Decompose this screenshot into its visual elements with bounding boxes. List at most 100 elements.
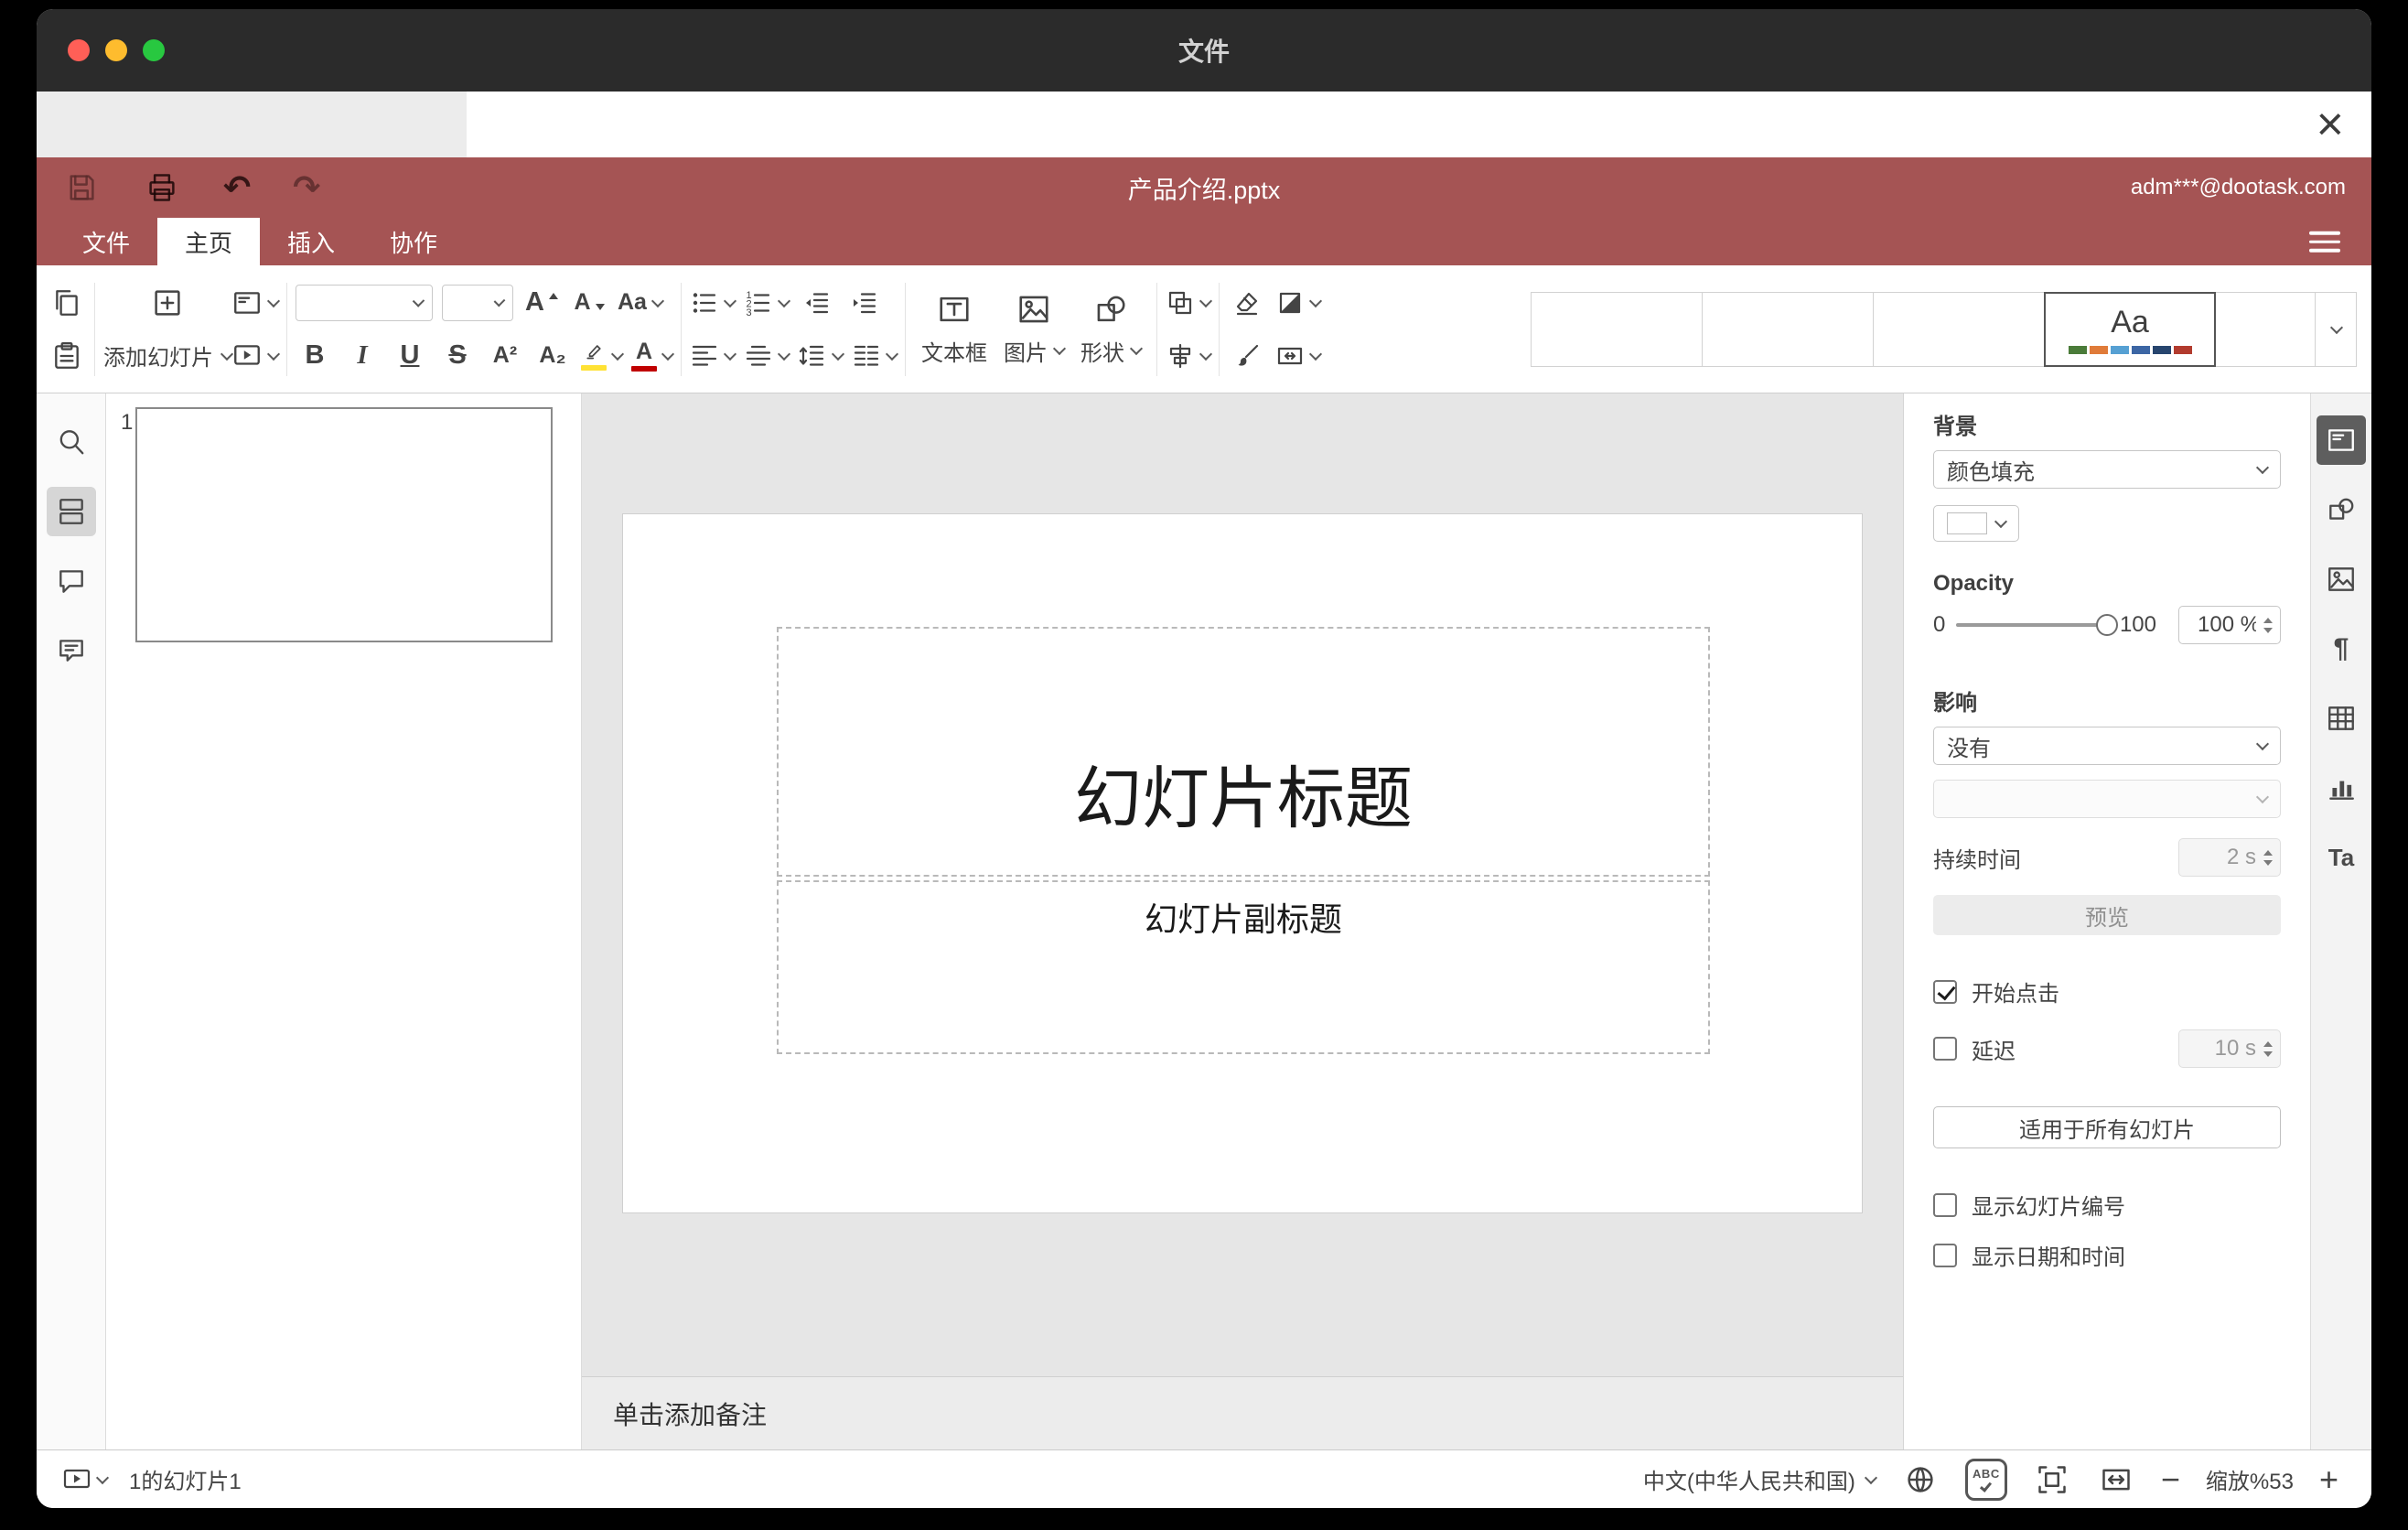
zoom-in-button[interactable]: + — [2319, 1462, 2338, 1496]
textart-settings-icon[interactable]: Ta — [2317, 833, 2366, 882]
delay-row[interactable]: 延迟 — [1933, 1033, 2016, 1065]
theme-thumbnail[interactable] — [1702, 291, 1874, 367]
italic-button[interactable]: I — [343, 335, 382, 377]
shape-fill-button[interactable] — [1275, 282, 1323, 324]
show-date-time-row[interactable]: 显示日期和时间 — [1933, 1239, 2281, 1271]
delay-checkbox[interactable] — [1933, 1037, 1957, 1061]
font-size-input[interactable] — [452, 289, 490, 316]
opacity-slider-knob[interactable] — [2095, 614, 2118, 636]
duration-value-input[interactable] — [2198, 845, 2256, 870]
show-slide-number-row[interactable]: 显示幻灯片编号 — [1933, 1189, 2281, 1221]
vertical-align-button[interactable] — [744, 335, 791, 377]
arrange-shape-button[interactable] — [1166, 282, 1213, 324]
table-settings-icon[interactable] — [2317, 694, 2366, 743]
print-button[interactable] — [143, 167, 181, 209]
clear-style-button[interactable] — [1228, 282, 1266, 324]
add-slide-button[interactable]: 添加幻灯片 — [103, 339, 234, 372]
tab-collaboration[interactable]: 协作 — [362, 218, 465, 265]
spin-up-icon[interactable] — [2263, 617, 2273, 623]
tab-insert[interactable]: 插入 — [260, 218, 362, 265]
notes-input[interactable]: 单击添加备注 — [582, 1376, 1903, 1449]
preview-button[interactable]: 预览 — [1933, 895, 2281, 935]
bullets-button[interactable] — [690, 282, 737, 324]
opacity-spinbox[interactable] — [2178, 606, 2281, 644]
spin-up-icon[interactable] — [2263, 849, 2273, 856]
subtitle-placeholder[interactable]: 幻灯片副标题 — [777, 880, 1710, 1054]
hamburger-menu-icon[interactable] — [2309, 226, 2340, 258]
copy-button[interactable] — [48, 282, 86, 324]
fit-to-width-icon[interactable] — [2097, 1459, 2135, 1501]
font-name-combo[interactable] — [296, 284, 433, 321]
underline-button[interactable]: U — [391, 335, 429, 377]
theme-thumbnail-selected[interactable]: Aa — [2044, 291, 2216, 367]
horizontal-align-button[interactable] — [690, 335, 737, 377]
spellcheck-icon[interactable]: ABC — [1964, 1458, 2007, 1501]
start-slideshow-button[interactable] — [231, 335, 281, 377]
redo-button[interactable]: ↷ — [293, 171, 320, 204]
language-selector[interactable]: 中文(中华人民共和国) — [1643, 1463, 1877, 1495]
slide-size-button[interactable] — [1275, 335, 1323, 377]
insert-textbox-button[interactable]: 文本框 — [914, 265, 994, 393]
comments-icon[interactable] — [47, 556, 96, 606]
shape-settings-icon[interactable] — [2317, 485, 2366, 534]
fill-type-select[interactable]: 颜色填充 — [1933, 450, 2281, 489]
increase-font-button[interactable]: A — [522, 282, 561, 324]
line-spacing-button[interactable] — [798, 335, 845, 377]
increase-indent-button[interactable] — [845, 282, 884, 324]
add-slide-icon[interactable] — [148, 282, 187, 324]
theme-thumbnail[interactable] — [1531, 291, 1703, 367]
paragraph-settings-icon[interactable]: ¶ — [2317, 624, 2366, 673]
image-settings-icon[interactable] — [2317, 555, 2366, 604]
chart-settings-icon[interactable] — [2317, 763, 2366, 813]
align-shape-button[interactable] — [1166, 335, 1213, 377]
effect-select[interactable]: 没有 — [1933, 727, 2281, 765]
font-size-combo[interactable] — [442, 284, 513, 321]
spin-down-icon[interactable] — [2263, 627, 2273, 633]
feedback-icon[interactable] — [47, 626, 96, 675]
zoom-out-button[interactable]: − — [2161, 1462, 2180, 1496]
opacity-value-input[interactable] — [2198, 612, 2256, 638]
tab-file[interactable]: 文件 — [55, 218, 157, 265]
strikeout-button[interactable]: S — [438, 335, 477, 377]
theme-gallery-expand-button[interactable] — [2315, 291, 2357, 367]
search-icon[interactable] — [47, 417, 96, 467]
columns-button[interactable] — [852, 335, 899, 377]
show-slide-number-checkbox[interactable] — [1933, 1192, 1957, 1217]
font-color-button[interactable]: A — [631, 335, 675, 377]
decrease-font-button[interactable]: A — [570, 282, 608, 324]
start-slideshow-status-button[interactable] — [62, 1459, 110, 1501]
spin-up-icon[interactable] — [2263, 1040, 2273, 1047]
undo-button[interactable]: ↶ — [223, 171, 251, 204]
slides-panel-icon[interactable] — [46, 487, 96, 536]
delay-spinbox[interactable] — [2178, 1029, 2281, 1068]
start-on-click-checkbox[interactable] — [1933, 979, 1957, 1004]
superscript-button[interactable]: A² — [486, 335, 524, 377]
close-icon[interactable]: × — [2317, 101, 2344, 148]
copy-style-button[interactable] — [1228, 335, 1266, 377]
tab-home[interactable]: 主页 — [157, 218, 261, 265]
spin-down-icon[interactable] — [2263, 1051, 2273, 1057]
effect-type-select[interactable] — [1933, 780, 2281, 818]
start-on-click-row[interactable]: 开始点击 — [1933, 975, 2281, 1007]
document-language-icon[interactable] — [1901, 1459, 1940, 1501]
spin-down-icon[interactable] — [2263, 859, 2273, 866]
bold-button[interactable]: B — [296, 335, 334, 377]
decrease-indent-button[interactable] — [798, 282, 836, 324]
opacity-slider[interactable] — [1956, 614, 2118, 636]
font-name-input[interactable] — [306, 289, 409, 316]
theme-thumbnail[interactable] — [2215, 291, 2316, 367]
fit-to-slide-icon[interactable] — [2033, 1459, 2071, 1501]
fill-color-select[interactable] — [1933, 505, 2019, 542]
slide-thumbnail-1[interactable] — [135, 407, 553, 642]
slide-settings-icon[interactable] — [2317, 415, 2366, 465]
apply-to-all-slides-button[interactable]: 适用于所有幻灯片 — [1933, 1106, 2281, 1148]
insert-image-button[interactable]: 图片 — [996, 265, 1071, 393]
show-date-time-checkbox[interactable] — [1933, 1243, 1957, 1267]
insert-shape-button[interactable]: 形状 — [1073, 265, 1148, 393]
highlight-color-button[interactable] — [581, 335, 625, 377]
subscript-button[interactable]: A₂ — [533, 335, 572, 377]
duration-spinbox[interactable] — [2178, 838, 2281, 877]
theme-thumbnail[interactable] — [1873, 291, 2045, 367]
title-placeholder[interactable]: 幻灯片标题 — [777, 627, 1710, 877]
numbering-button[interactable]: 123 — [744, 282, 791, 324]
